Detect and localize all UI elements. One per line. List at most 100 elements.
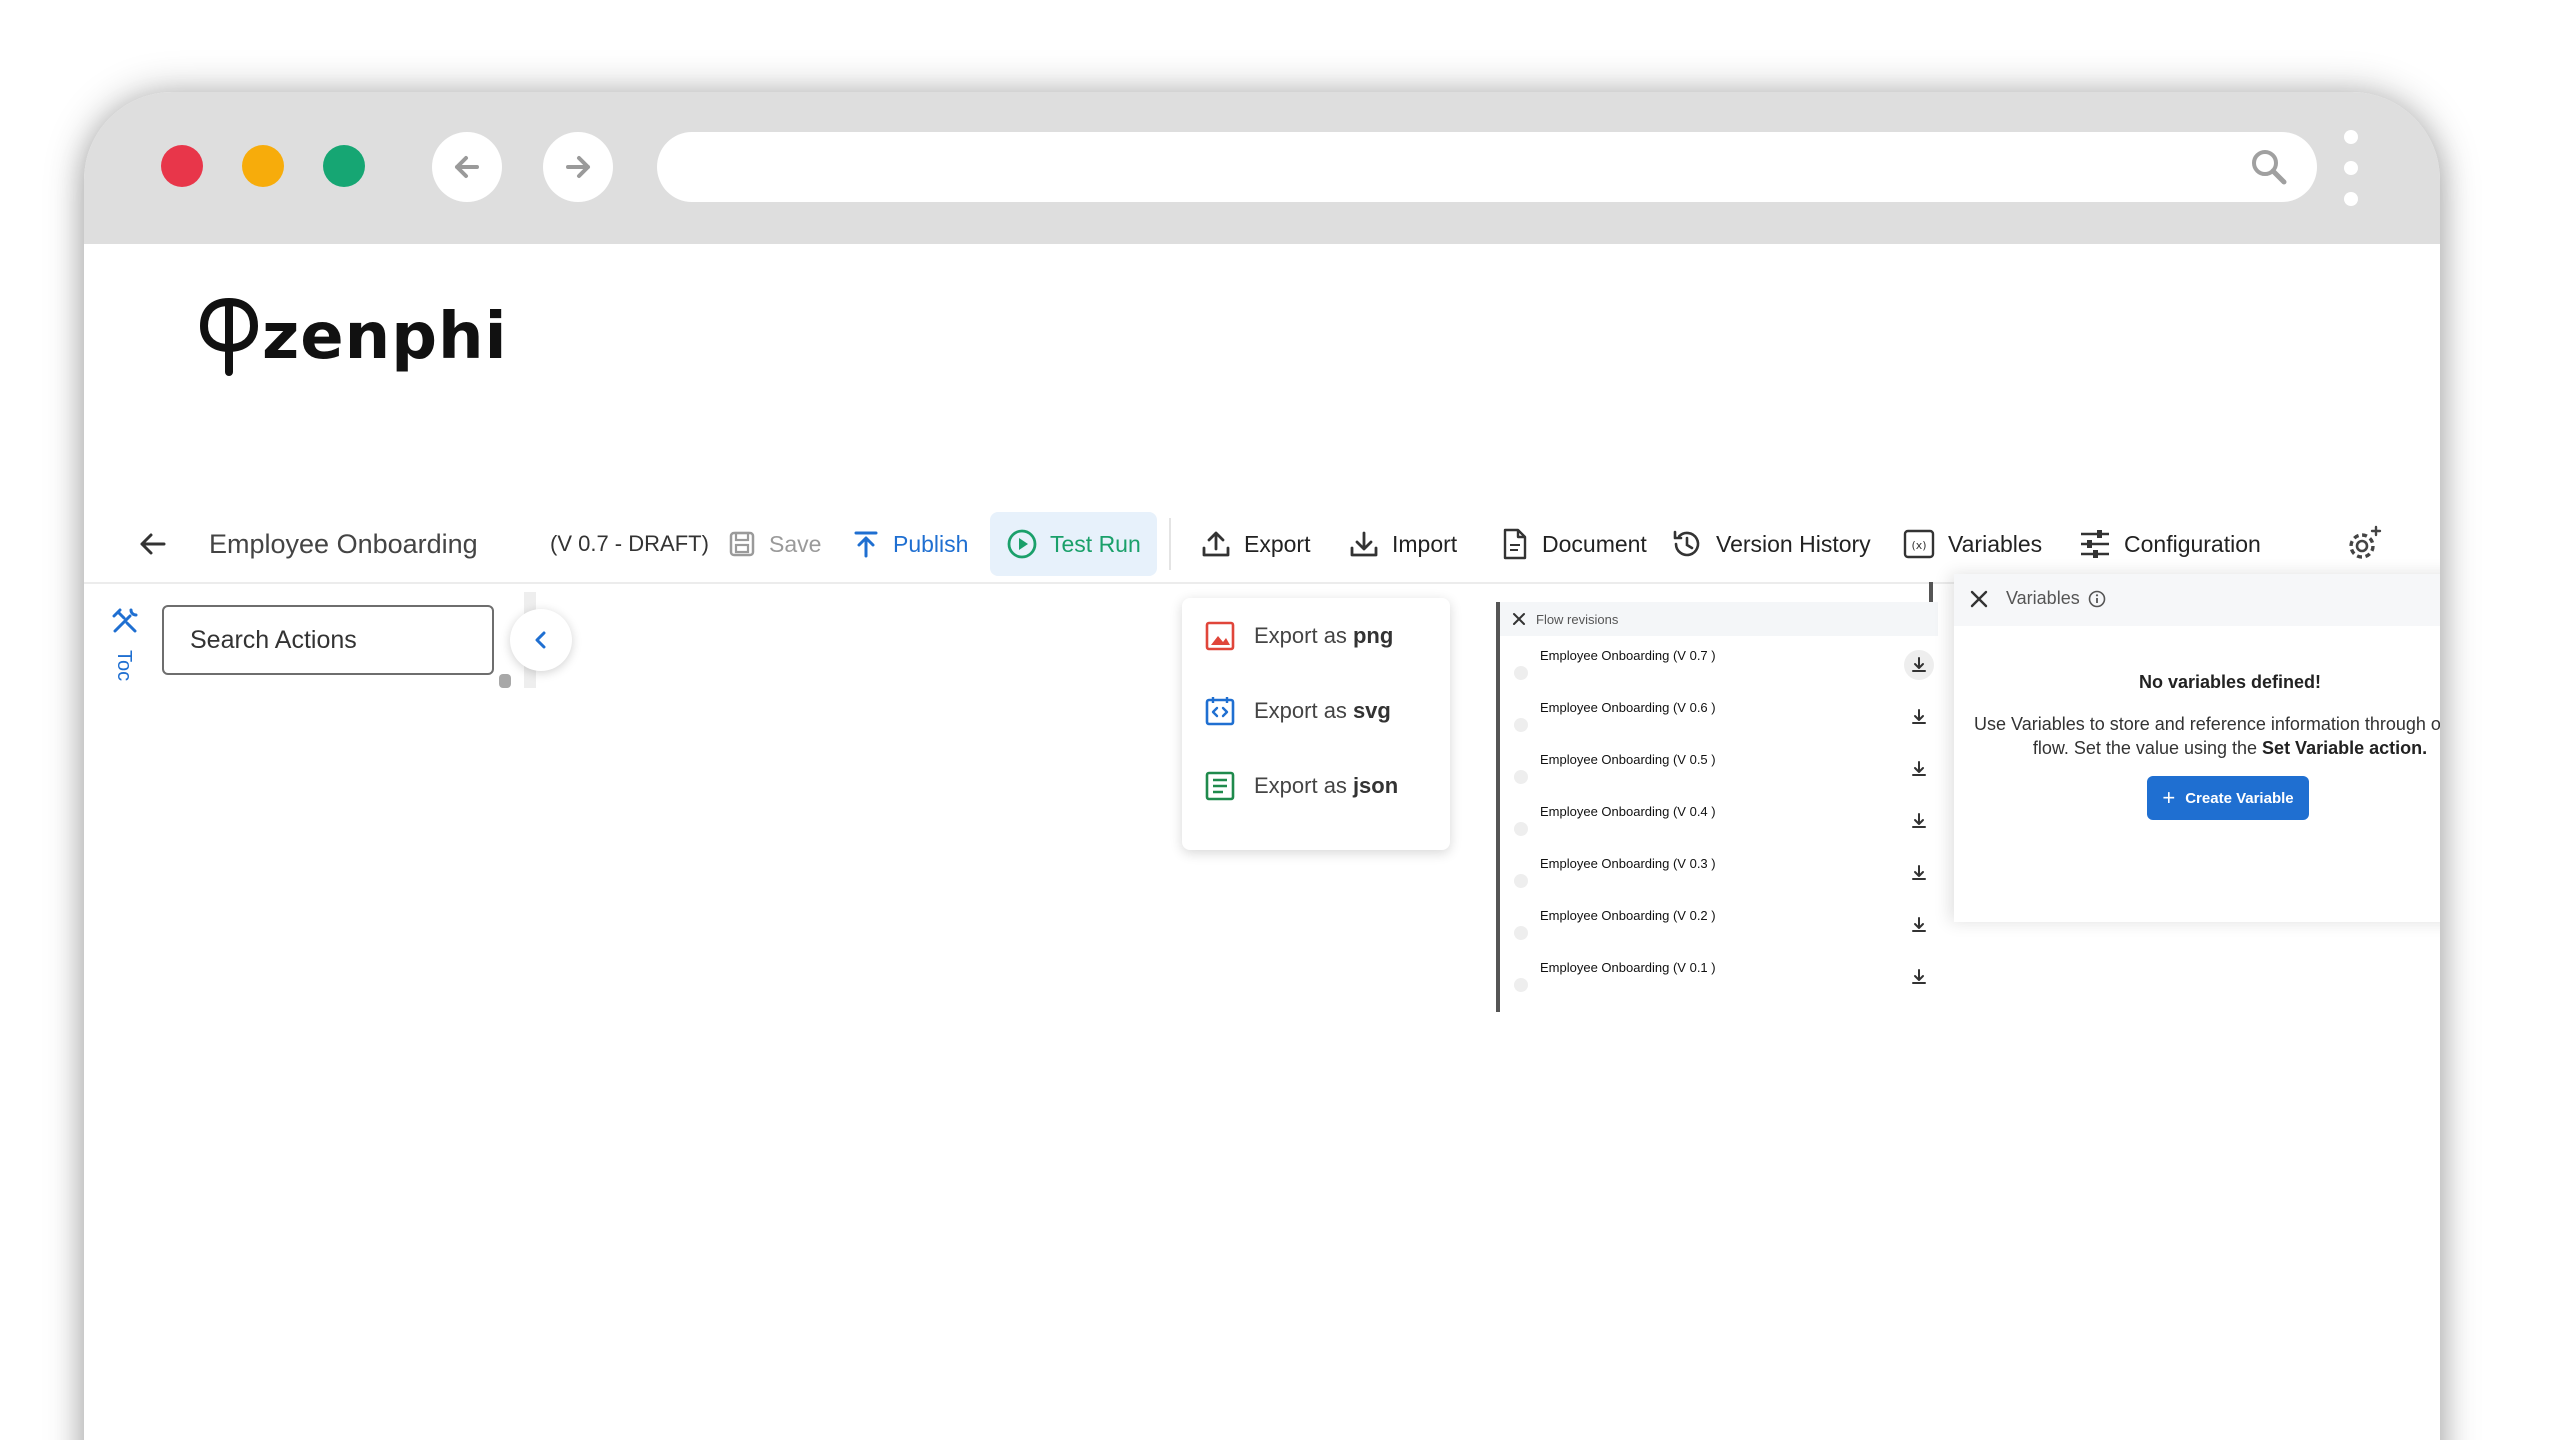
export-prefix: Export as <box>1254 698 1347 723</box>
save-button[interactable]: Save <box>727 506 821 582</box>
export-prefix: Export as <box>1254 623 1347 648</box>
search-icon <box>2252 150 2287 185</box>
address-bar[interactable] <box>657 132 2317 202</box>
revision-radio[interactable] <box>1514 666 1528 680</box>
revision-row[interactable]: Employee Onboarding (V 0.1 ) <box>1500 954 1938 1006</box>
stage: zenphi Employee Onboarding (V 0.7 - DRAF… <box>0 0 2560 1440</box>
flow-toolbar: Employee Onboarding (V 0.7 - DRAFT) Save… <box>84 506 2440 582</box>
download-revision-button[interactable] <box>1904 962 1934 992</box>
revision-radio[interactable] <box>1514 926 1528 940</box>
download-revision-button[interactable] <box>1904 650 1934 680</box>
revision-radio[interactable] <box>1514 822 1528 836</box>
save-label: Save <box>769 530 822 557</box>
back-button[interactable] <box>136 506 182 582</box>
variables-panel: Variables No variables defined! Use Vari… <box>1954 574 2440 922</box>
configuration-label: Configuration <box>2124 530 2261 557</box>
set-variable-action-text: Set Variable action. <box>2262 738 2428 758</box>
import-button[interactable]: Import <box>1348 506 1457 582</box>
browser-forward-button[interactable] <box>543 132 613 202</box>
toc-rail[interactable]: Toc <box>110 606 140 696</box>
export-menu: Export as png Export as svg Export as json <box>1182 598 1450 850</box>
download-revision-button[interactable] <box>1904 858 1934 888</box>
revision-name: Employee Onboarding (V 0.4 ) <box>1540 804 1716 819</box>
maximize-window-button[interactable] <box>323 145 365 187</box>
download-revision-button[interactable] <box>1904 702 1934 732</box>
browser-menu-button[interactable] <box>2344 130 2358 206</box>
image-icon <box>1205 621 1235 651</box>
variable-icon: (x) <box>1903 529 1935 559</box>
export-png-option[interactable]: Export as png <box>1204 616 1393 656</box>
code-icon <box>1205 697 1235 726</box>
revision-row[interactable]: Employee Onboarding (V 0.2 ) <box>1500 902 1938 954</box>
history-icon <box>1673 530 1700 557</box>
zenphi-mark-icon <box>200 298 258 376</box>
flow-revisions-panel: Flow revisions Employee Onboarding (V 0.… <box>1496 602 1938 1012</box>
revision-row[interactable]: Employee Onboarding (V 0.3 ) <box>1500 850 1938 902</box>
export-button[interactable]: Export <box>1200 506 1310 582</box>
document-button[interactable]: Document <box>1500 506 1647 582</box>
export-format: json <box>1352 773 1399 798</box>
download-revision-button[interactable] <box>1904 806 1934 836</box>
export-format: svg <box>1352 698 1391 723</box>
variables-description: Use Variables to store and reference inf… <box>1954 712 2440 760</box>
zenphi-logo: zenphi <box>200 298 508 376</box>
download-icon <box>1912 917 1926 932</box>
revisions-header: Flow revisions <box>1500 602 1938 636</box>
document-label: Document <box>1542 530 1647 557</box>
import-label: Import <box>1392 530 1458 557</box>
close-window-button[interactable] <box>161 145 203 187</box>
close-icon[interactable] <box>1512 612 1526 626</box>
browser-window: zenphi Employee Onboarding (V 0.7 - DRAF… <box>84 92 2440 1440</box>
download-icon <box>1912 657 1926 672</box>
revisions-title: Flow revisions <box>1536 611 1619 627</box>
revision-name: Employee Onboarding (V 0.2 ) <box>1540 908 1716 923</box>
browser-back-button[interactable] <box>432 132 502 202</box>
export-prefix: Export as <box>1254 773 1347 798</box>
gear-icon <box>2349 525 2382 559</box>
create-variable-label: Create Variable <box>2185 789 2294 807</box>
brand-name: zenphi <box>262 300 508 374</box>
download-icon <box>1912 813 1926 828</box>
plus-icon: + <box>2162 785 2176 810</box>
revision-radio[interactable] <box>1514 770 1528 784</box>
variables-button[interactable]: (x) Variables <box>1902 506 2042 582</box>
arrow-left-icon <box>140 533 166 555</box>
list-icon <box>1205 771 1235 801</box>
download-revision-button[interactable] <box>1904 754 1934 784</box>
document-icon <box>1503 528 1527 560</box>
export-format: png <box>1352 623 1394 648</box>
download-revision-button[interactable] <box>1904 910 1934 940</box>
flow-title: Employee Onboarding <box>209 528 478 559</box>
export-label: Export <box>1244 530 1311 557</box>
export-svg-option[interactable]: Export as svg <box>1204 691 1391 731</box>
settings-button[interactable] <box>2344 506 2396 582</box>
search-actions-input[interactable]: Search Actions <box>162 605 494 675</box>
revision-radio[interactable] <box>1514 978 1528 992</box>
download-icon <box>1912 969 1926 984</box>
svg-text:(x): (x) <box>1911 539 1926 552</box>
revision-radio[interactable] <box>1514 718 1528 732</box>
download-icon <box>1350 531 1378 557</box>
revision-row[interactable]: Employee Onboarding (V 0.7 ) <box>1500 642 1938 694</box>
test-run-button[interactable]: Test Run <box>990 512 1157 576</box>
version-history-button[interactable]: Version History <box>1670 506 1871 582</box>
toc-label: Toc <box>113 650 135 682</box>
close-icon[interactable] <box>1968 588 1990 610</box>
configuration-button[interactable]: Configuration <box>2078 506 2261 582</box>
export-json-option[interactable]: Export as json <box>1204 766 1398 806</box>
test-run-label: Test Run <box>1050 530 1141 557</box>
minimize-window-button[interactable] <box>242 145 284 187</box>
info-icon[interactable] <box>2088 590 2106 608</box>
play-circle-icon <box>1007 529 1037 559</box>
create-variable-button[interactable]: + Create Variable <box>2147 776 2309 820</box>
revision-name: Employee Onboarding (V 0.5 ) <box>1540 752 1716 767</box>
revision-row[interactable]: Employee Onboarding (V 0.6 ) <box>1500 694 1938 746</box>
toolbar-divider <box>1169 518 1171 570</box>
publish-button[interactable]: Publish <box>851 506 968 582</box>
sidebar-scroll-thumb[interactable] <box>499 674 511 688</box>
arrow-left-icon <box>455 156 479 178</box>
revision-row[interactable]: Employee Onboarding (V 0.4 ) <box>1500 798 1938 850</box>
collapse-sidebar-button[interactable] <box>510 609 572 671</box>
revision-radio[interactable] <box>1514 874 1528 888</box>
revision-row[interactable]: Employee Onboarding (V 0.5 ) <box>1500 746 1938 798</box>
